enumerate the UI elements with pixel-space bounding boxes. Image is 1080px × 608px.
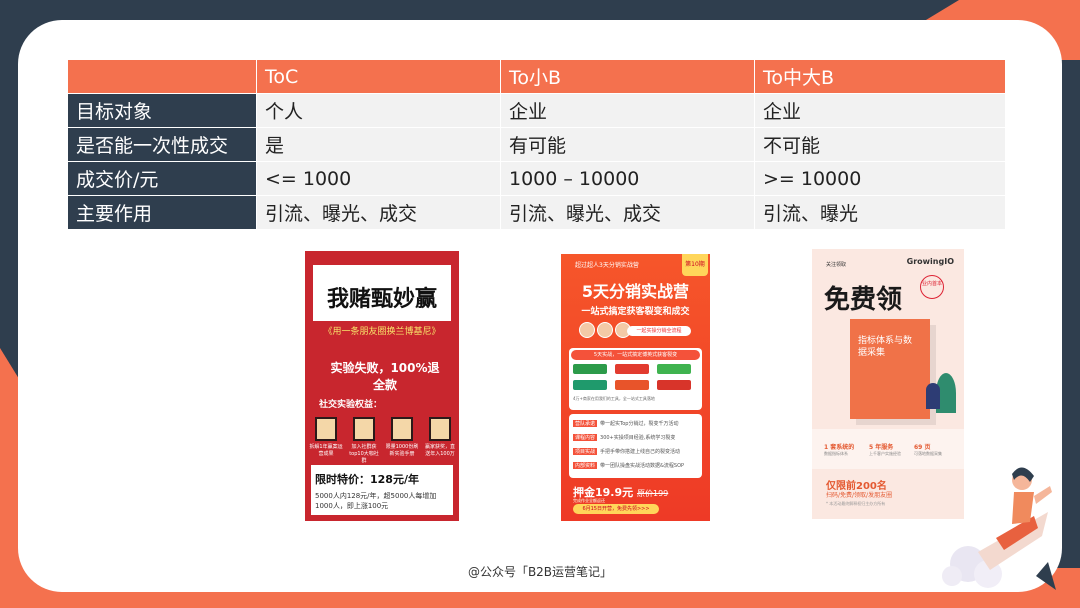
benefit-icons: [315, 417, 451, 441]
edition-badge: 第10期: [682, 254, 708, 276]
row-label: 成交价/元: [68, 161, 257, 196]
poster-title: 我赌甄妙赢: [326, 287, 437, 312]
info-row: 营队承诺 带一起实Top分销过，裂变千万活动: [573, 420, 678, 427]
partner-logo: [657, 364, 691, 374]
poster-top-text: 超过超人3天分销实战营: [575, 262, 639, 269]
info-text: 带一起实Top分销过，裂变千万活动: [600, 421, 679, 427]
limit-note: * 本活动最终解释权归主办方所有: [826, 501, 886, 506]
stat-value: 5 年服务: [869, 444, 894, 451]
rocket-girl-illustration: [942, 467, 1056, 590]
table-cell: 是: [256, 127, 501, 162]
info-row: 内部资料 带一团队操盘实战活动数据&流程SOP: [573, 462, 684, 469]
partner-logo: [573, 364, 607, 374]
book-title: 指标体系与数据采集: [858, 336, 913, 358]
benefit-list: 拆解1年赢案运营成果 加入社群获top10大咖社群 限量1000份刷新实验手册 …: [309, 443, 457, 464]
benefit-item: 赢家获奖，直送年入100万: [424, 444, 455, 457]
poster-guarantee: 实验失败，100%退全款: [330, 361, 440, 392]
flag-icon: [353, 417, 375, 441]
benefit-item: 拆解1年赢案运营成果: [309, 444, 343, 457]
benefit-item: 加入社群获top10大咖社群: [349, 444, 379, 464]
stamp: 业内首本: [920, 275, 944, 299]
logos-heading: 5天实战，一站式搞定博英式获客裂变: [571, 350, 700, 360]
poster-price: 限时特价：128元/年: [315, 473, 419, 486]
poster-title: 免费领: [824, 285, 903, 315]
row-label: 主要作用: [68, 195, 257, 230]
poster-subtitle: 一站式搞定获客裂变和成交: [581, 307, 690, 317]
person-illustration: [926, 383, 940, 409]
info-text: 手把手带你搭建上线自己的裂变活动: [600, 449, 681, 455]
benefit-item: 限量1000份刷新实验手册: [385, 444, 419, 457]
toc-poster: 我赌甄妙赢 《用一条朋友圈换兰博基尼》 实验失败，100%退全款 社交实验权益：…: [305, 251, 459, 521]
stat-item: 5 年服务 上千客户实施经验: [869, 442, 909, 457]
credit-text: @公众号「B2B运营笔记」: [467, 565, 613, 579]
avatar: [597, 322, 613, 338]
original-price: 原价199: [636, 489, 669, 498]
poster-pill: 一起实操分销全流程: [627, 326, 691, 336]
partner-logo: [615, 380, 649, 390]
table-cell: 个人: [256, 93, 501, 128]
poster-subtitle: 《用一条朋友圈换兰博基尼》: [323, 327, 441, 337]
poster-benefits-title: 社交实验权益：: [319, 400, 383, 410]
table-header-to-large-b: To中大B: [754, 60, 1006, 94]
stat-desc: 上千客户实施经验: [869, 451, 901, 456]
stat-desc: 数据指标体系: [824, 451, 848, 456]
poster-price-note: 5000人内128元/年，超5000人每增加1000人，即上涨100元: [315, 492, 437, 510]
to-small-b-poster: 超过超人3天分销实战营 第10期 5天分销实战营 一站式搞定获客裂变和成交 一起…: [561, 254, 710, 521]
partner-logo-row: [573, 364, 691, 374]
limit-subtitle: 扫码/免费/领取/发朋友圈: [826, 492, 893, 499]
partner-logo: [615, 364, 649, 374]
table-header-to-small-b: To小B: [500, 60, 755, 94]
table-row: 目标对象 个人 企业 企业: [68, 93, 1006, 128]
book-cover: [850, 319, 930, 419]
table-cell: 引流、曝光、成交: [256, 195, 501, 230]
info-tag: 项目实战: [573, 448, 598, 455]
info-tag: 营队承诺: [573, 420, 598, 427]
table-row: 主要作用 引流、曝光、成交 引流、曝光、成交 引流、曝光: [68, 195, 1006, 230]
mentor-avatars: [579, 322, 631, 338]
brand-logo: GrowingIO: [906, 257, 954, 266]
partner-logo: [573, 380, 607, 390]
info-tag: 内部资料: [573, 462, 598, 469]
signup-button: 6月15日开营，免费先领>>>: [573, 504, 659, 514]
stat-item: 1 套系统的 数据指标体系: [824, 442, 864, 457]
info-row: 课程内容 300+实操项目经验,系统学习裂变: [573, 434, 675, 441]
avatar: [579, 322, 595, 338]
box-icon: [391, 417, 413, 441]
table-cell: 有可能: [500, 127, 755, 162]
info-text: 300+实操项目经验,系统学习裂变: [600, 435, 676, 441]
partner-logo-row: [573, 380, 691, 390]
table-cell: >= 10000: [754, 161, 1006, 196]
comparison-table: ToC To小B To中大B 目标对象 个人 企业 企业 是否能一次性成交 是 …: [68, 60, 1006, 230]
stats-list: 1 套系统的 数据指标体系 5 年服务 上千客户实施经验 69 页可落地数据采集: [824, 442, 954, 457]
table-cell: 引流、曝光、成交: [500, 195, 755, 230]
row-label: 是否能一次性成交: [68, 127, 257, 162]
table-header-row: ToC To小B To中大B: [68, 60, 1006, 94]
table-cell: 1000 – 10000: [500, 161, 755, 196]
table-cell: 企业: [754, 93, 1006, 128]
row-label: 目标对象: [68, 93, 257, 128]
poster-small-text: 关注领取: [826, 262, 847, 268]
table-row: 成交价/元 <= 1000 1000 – 10000 >= 10000: [68, 161, 1006, 196]
table-cell: 不可能: [754, 127, 1006, 162]
stat-value: 69 页: [914, 444, 931, 451]
book-icon: [315, 417, 337, 441]
info-text: 带一团队操盘实战活动数据&流程SOP: [600, 463, 685, 469]
table-cell: 引流、曝光: [754, 195, 1006, 230]
info-tag: 课程内容: [573, 434, 598, 441]
table-row: 是否能一次性成交 是 有可能 不可能: [68, 127, 1006, 162]
table-cell: <= 1000: [256, 161, 501, 196]
table-header-toc: ToC: [256, 60, 501, 94]
partner-logo: [657, 380, 691, 390]
logos-note: 4万+商家在用我们的工具，全一站式工具落地: [573, 396, 655, 401]
table-cell: 企业: [500, 93, 755, 128]
poster-title: 5天分销实战营: [581, 282, 690, 301]
info-row: 项目实战 手把手带你搭建上线自己的裂变活动: [573, 448, 680, 455]
stat-value: 1 套系统的: [824, 444, 855, 451]
coin-icon: [429, 417, 451, 441]
table-header-empty: [68, 60, 257, 94]
